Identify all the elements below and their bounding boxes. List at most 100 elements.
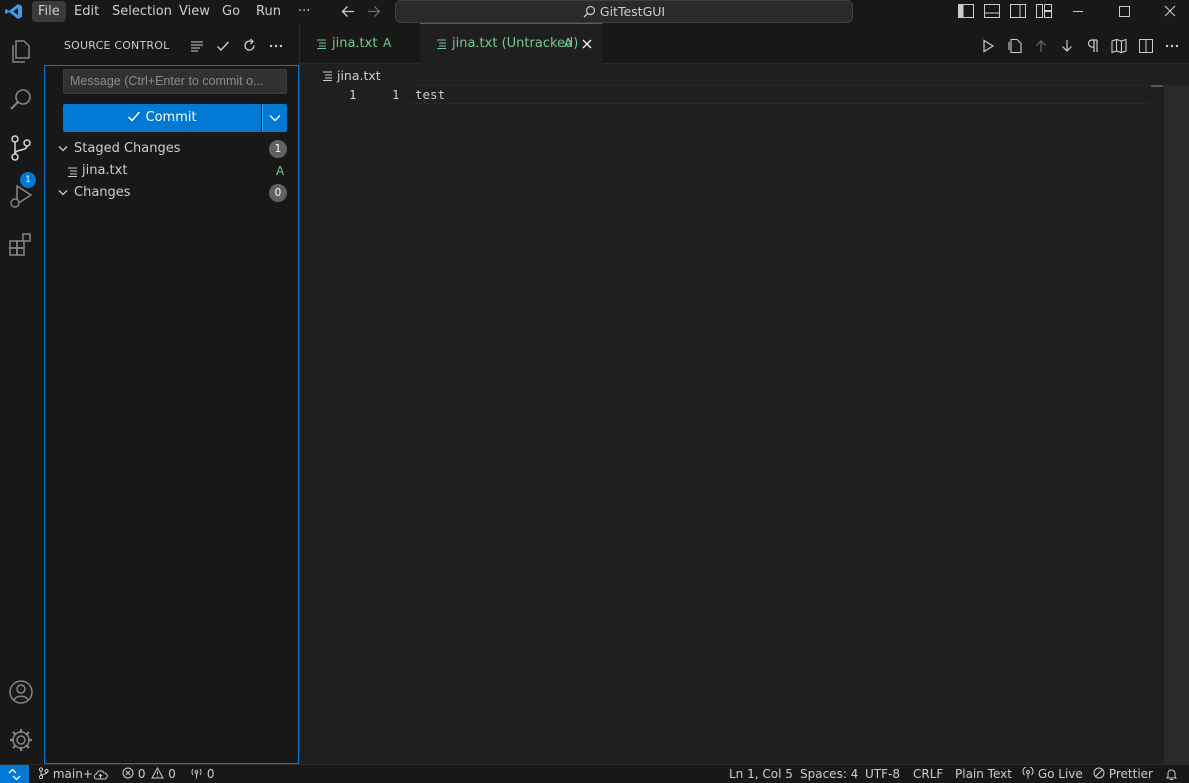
explorer-icon[interactable]	[6, 36, 36, 66]
remote-indicator[interactable]	[0, 765, 29, 783]
go-live-label: Go Live	[1037, 767, 1083, 781]
current-line-highlight	[411, 85, 1150, 104]
tab-jina-staged[interactable]: jina.txt A	[300, 23, 420, 64]
toggle-secondary-sidebar-icon[interactable]	[1009, 3, 1027, 19]
close-window-icon[interactable]	[1162, 4, 1178, 19]
remote-icon	[8, 768, 21, 781]
prohibited-icon	[1093, 767, 1105, 779]
tab-jina-untracked[interactable]: jina.txt (Untracked) A	[420, 23, 602, 64]
changes-group[interactable]: Changes 0	[45, 182, 300, 204]
staged-file-name: jina.txt	[82, 163, 128, 178]
git-branch-icon	[38, 767, 49, 780]
search-view-icon[interactable]	[6, 85, 36, 115]
chevron-down-icon	[58, 190, 68, 196]
menu-file[interactable]: File	[32, 1, 66, 22]
customize-layout-icon[interactable]	[1035, 3, 1053, 19]
manage-gear-icon[interactable]	[6, 725, 36, 755]
commit-button[interactable]: Commit	[63, 104, 261, 132]
chevron-down-icon	[269, 115, 281, 122]
staged-count-badge: 1	[269, 140, 287, 158]
overview-ruler-marker	[1151, 85, 1163, 87]
ports-indicator[interactable]: 0	[190, 765, 214, 783]
next-change-icon[interactable]	[1060, 39, 1074, 53]
forward-arrow-icon[interactable]	[366, 4, 382, 19]
branch-indicator[interactable]: main+	[38, 765, 93, 783]
activity-bar: 1	[0, 23, 44, 764]
sidebar-header: SOURCE CONTROL	[44, 23, 300, 64]
menu-edit[interactable]: Edit	[68, 0, 105, 23]
minimize-icon[interactable]	[1070, 4, 1086, 19]
tab-status: A	[383, 36, 392, 50]
sidebar-title: SOURCE CONTROL	[64, 39, 170, 52]
breadcrumb[interactable]: jina.txt	[322, 68, 381, 83]
modified-line-number: 1	[392, 87, 400, 102]
scrollbar-track[interactable]	[1164, 85, 1189, 764]
menu-go[interactable]: Go	[216, 0, 246, 23]
accounts-icon[interactable]	[6, 677, 36, 707]
more-actions-icon[interactable]	[1164, 39, 1180, 53]
run-debug-icon[interactable]	[6, 181, 36, 211]
chevron-down-icon	[58, 146, 68, 152]
maximize-icon[interactable]	[1116, 4, 1132, 19]
previous-change-icon[interactable]	[1034, 39, 1048, 53]
radio-tower-icon	[1022, 766, 1034, 779]
extensions-icon[interactable]	[6, 230, 36, 260]
split-editor-icon[interactable]	[1138, 38, 1154, 54]
file-lines-icon	[437, 39, 446, 49]
menu-selection[interactable]: Selection	[106, 0, 178, 23]
check-icon	[128, 111, 141, 122]
tab-label: jina.txt (Untracked)	[452, 36, 579, 51]
toggle-panel-icon[interactable]	[983, 3, 1001, 19]
code-line[interactable]: test	[415, 87, 445, 102]
encoding[interactable]: UTF-8	[865, 765, 900, 783]
commit-dropdown-button[interactable]	[262, 104, 287, 132]
publish-cloud-icon[interactable]	[93, 768, 108, 781]
back-arrow-icon[interactable]	[340, 4, 356, 19]
warning-count: 0	[168, 767, 176, 781]
warning-icon	[151, 766, 165, 779]
close-tab-icon[interactable]	[582, 39, 592, 49]
more-actions-icon[interactable]	[268, 39, 284, 53]
run-icon[interactable]	[981, 39, 995, 53]
problems-indicator[interactable]: 0 0	[122, 765, 176, 783]
broadcast-icon	[191, 768, 202, 779]
prettier-indicator[interactable]: Prettier	[1093, 765, 1153, 783]
refresh-icon[interactable]	[242, 38, 257, 53]
staged-changes-label: Staged Changes	[74, 141, 181, 156]
status-bar: main+ 0 0 0 Ln 1, Col 5 Spaces: 4 UTF-8 …	[0, 764, 1189, 783]
workspace-name: GitTestGUI	[599, 4, 666, 19]
error-icon	[122, 767, 134, 779]
cursor-position[interactable]: Ln 1, Col 5	[729, 765, 793, 783]
changes-count-badge: 0	[269, 184, 287, 202]
commit-check-icon[interactable]	[216, 39, 230, 53]
file-lines-icon	[68, 167, 77, 177]
source-control-icon[interactable]	[6, 133, 36, 163]
end-of-line[interactable]: CRLF	[913, 765, 943, 783]
map-icon[interactable]	[1111, 38, 1127, 54]
show-whitespace-icon[interactable]	[1086, 39, 1100, 53]
toggle-primary-sidebar-icon[interactable]	[957, 3, 975, 19]
tab-status: A	[564, 36, 573, 50]
file-lines-icon	[323, 71, 332, 81]
prettier-label: Prettier	[1108, 767, 1153, 781]
notifications-bell-icon[interactable]	[1165, 768, 1178, 781]
editor-area[interactable]: jina.txt 1 1 test	[300, 64, 1189, 764]
editor-tab-bar: jina.txt A jina.txt (Untracked) A	[300, 23, 1189, 64]
commit-message-input[interactable]: Message (Ctrl+Enter to commit o...	[63, 69, 287, 94]
view-as-tree-icon[interactable]	[190, 39, 204, 53]
title-bar: File Edit Selection View Go Run ··· GitT…	[0, 0, 1189, 23]
staged-file-row[interactable]: jina.txt A	[45, 160, 300, 182]
scm-panel: Message (Ctrl+Enter to commit o... Commi…	[44, 65, 299, 764]
language-mode[interactable]: Plain Text	[955, 765, 1012, 783]
menu-view[interactable]: View	[173, 0, 216, 23]
open-file-icon[interactable]	[1007, 38, 1023, 54]
command-center-search[interactable]: GitTestGUI	[395, 0, 853, 23]
indentation[interactable]: Spaces: 4	[800, 765, 858, 783]
menu-run[interactable]: Run	[250, 0, 287, 23]
staged-changes-group[interactable]: Staged Changes 1	[45, 138, 300, 160]
source-control-sidebar: SOURCE CONTROL Message (Ctrl+Enter to co…	[44, 23, 300, 764]
ports-count: 0	[206, 767, 215, 781]
menu-more[interactable]: ···	[292, 0, 316, 23]
vscode-logo-icon	[5, 4, 22, 19]
go-live-button[interactable]: Go Live	[1022, 765, 1083, 783]
